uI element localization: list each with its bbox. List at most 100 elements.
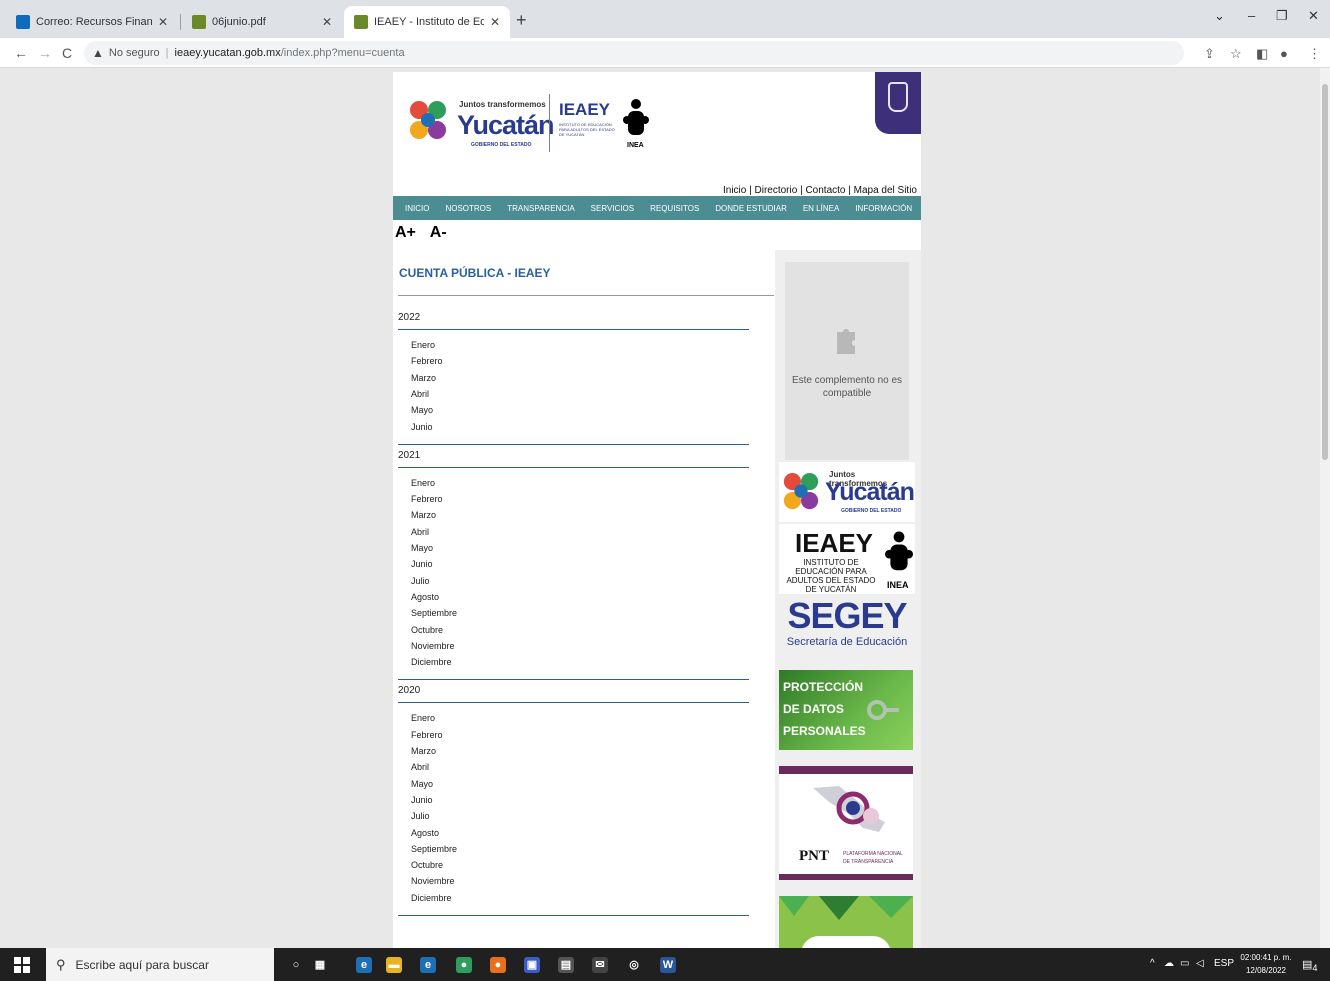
month-link[interactable]: Diciembre bbox=[411, 657, 452, 667]
month-link[interactable]: Abril bbox=[411, 527, 429, 537]
file-explorer-icon[interactable]: ▬ bbox=[386, 957, 402, 973]
month-link[interactable]: Marzo bbox=[411, 510, 436, 520]
year-divider bbox=[398, 702, 749, 704]
month-link[interactable]: Abril bbox=[411, 389, 429, 399]
month-link[interactable]: Febrero bbox=[411, 730, 443, 740]
close-icon[interactable]: ✕ bbox=[490, 15, 500, 29]
menu-item-donde-estudiar[interactable]: DONDE ESTUDIAR bbox=[715, 204, 787, 213]
restore-button[interactable]: ❐ bbox=[1276, 8, 1288, 24]
month-link[interactable]: Mayo bbox=[411, 779, 433, 789]
month-link[interactable]: Marzo bbox=[411, 373, 436, 383]
month-link[interactable]: Junio bbox=[411, 795, 433, 805]
month-link[interactable]: Septiembre bbox=[411, 844, 457, 854]
month-link[interactable]: Febrero bbox=[411, 494, 443, 504]
month-link[interactable]: Agosto bbox=[411, 592, 439, 602]
month-link[interactable]: Julio bbox=[411, 811, 430, 821]
month-link[interactable]: Abril bbox=[411, 762, 429, 772]
month-link[interactable]: Mayo bbox=[411, 543, 433, 553]
warning-icon[interactable]: ▲ bbox=[92, 46, 104, 60]
banner-ieaey[interactable]: IEAEY INSTITUTO DE EDUCACIÓN PARA ADULTO… bbox=[779, 524, 915, 594]
mail-icon[interactable]: ✉ bbox=[592, 957, 608, 973]
reload-button[interactable]: C bbox=[62, 45, 72, 61]
zoom-icon[interactable]: ▣ bbox=[524, 957, 540, 973]
tab-search-icon[interactable]: ⌄ bbox=[1214, 8, 1225, 24]
notification-icon[interactable]: ▤4 bbox=[1302, 958, 1318, 973]
month-link[interactable]: Julio bbox=[411, 576, 430, 586]
ie-icon[interactable]: e bbox=[356, 957, 372, 973]
bookmark-star-icon[interactable]: ☆ bbox=[1230, 46, 1242, 62]
month-link[interactable]: Octubre bbox=[411, 860, 443, 870]
side-panel-icon[interactable]: ◧ bbox=[1256, 46, 1268, 62]
app-icon[interactable]: ◎ bbox=[626, 957, 642, 973]
top-links[interactable]: Inicio | Directorio | Contacto | Mapa de… bbox=[723, 185, 917, 196]
tab-pdf[interactable]: 06junio.pdf ✕ bbox=[182, 6, 342, 38]
month-link[interactable]: Septiembre bbox=[411, 608, 457, 618]
ieaey-logo[interactable]: IEAEY INSTITUTO DE EDUCACIÓN PARA ADULTO… bbox=[559, 99, 659, 150]
language-indicator[interactable]: ESP bbox=[1214, 958, 1234, 969]
tab-correo[interactable]: Correo: Recursos Financieros Yuc ✕ bbox=[6, 6, 178, 38]
store-icon[interactable]: ▤ bbox=[558, 957, 574, 973]
back-button[interactable]: ← bbox=[14, 45, 28, 61]
taskbar-search[interactable]: ⚲ Escribe aquí para buscar bbox=[46, 948, 274, 981]
scrollbar-thumb[interactable] bbox=[1322, 84, 1328, 460]
menu-item-nosotros[interactable]: NOSOTROS bbox=[445, 204, 491, 213]
banner-pnt[interactable]: PNT PLATAFORMA NACIONAL DE TRANSPARENCIA bbox=[779, 766, 913, 880]
onedrive-icon[interactable]: ☁ bbox=[1164, 958, 1174, 969]
month-link[interactable]: Enero bbox=[411, 478, 435, 488]
menu-item-transparencia[interactable]: TRANSPARENCIA bbox=[507, 204, 574, 213]
month-link[interactable]: Marzo bbox=[411, 746, 436, 756]
menu-item-informacion[interactable]: INFORMACIÓN bbox=[855, 204, 912, 213]
share-icon[interactable]: ⇪ bbox=[1204, 46, 1215, 62]
menu-item-inicio[interactable]: INICIO bbox=[405, 204, 429, 213]
datos-line-1: PROTECCIÓN bbox=[783, 680, 864, 694]
month-link[interactable]: Noviembre bbox=[411, 641, 455, 651]
page-scrollbar[interactable] bbox=[1320, 68, 1330, 948]
puzzle-piece-icon bbox=[837, 329, 855, 354]
tray-expand-icon[interactable]: ^ bbox=[1150, 958, 1155, 969]
month-link[interactable]: Junio bbox=[411, 559, 433, 569]
sidebar: Este complemento no es compatible Juntos… bbox=[775, 250, 921, 948]
month-link[interactable]: Mayo bbox=[411, 405, 433, 415]
forward-button[interactable]: → bbox=[38, 45, 52, 61]
tab-ieaey[interactable]: IEAEY - Instituto de Educación pa ✕ bbox=[344, 6, 510, 38]
month-link[interactable]: Enero bbox=[411, 713, 435, 723]
font-increase-button[interactable]: A+ bbox=[395, 224, 416, 241]
font-decrease-button[interactable]: A- bbox=[430, 224, 447, 241]
task-view-icon[interactable]: ▦ bbox=[312, 957, 328, 973]
menu-item-servicios[interactable]: SERVICIOS bbox=[591, 204, 634, 213]
word-icon[interactable]: W bbox=[660, 957, 676, 973]
firefox-icon[interactable]: ● bbox=[490, 957, 506, 973]
close-window-button[interactable]: ✕ bbox=[1308, 8, 1319, 24]
minimize-button[interactable]: – bbox=[1248, 8, 1255, 23]
banner-green[interactable] bbox=[779, 896, 913, 948]
network-icon[interactable]: ▭ bbox=[1180, 958, 1189, 969]
banner-proteccion-datos[interactable]: PROTECCIÓN DE DATOS PERSONALES bbox=[779, 670, 913, 750]
search-icon: ⚲ bbox=[56, 956, 66, 972]
yucatan-logo[interactable]: Juntos transformemos Yucatán GOBIERNO DE… bbox=[407, 96, 555, 152]
banner-yucatan-name: Yucatán bbox=[825, 478, 915, 506]
banner-segey[interactable]: SEGEY Secretaría de Educación bbox=[779, 596, 915, 666]
new-tab-button[interactable]: + bbox=[516, 10, 527, 31]
month-link[interactable]: Febrero bbox=[411, 356, 443, 366]
windows-start-icon[interactable] bbox=[14, 957, 30, 973]
chrome-icon[interactable]: ● bbox=[456, 957, 472, 973]
profile-icon[interactable]: ● bbox=[1280, 46, 1288, 61]
security-label[interactable]: No seguro bbox=[109, 47, 160, 59]
month-link[interactable]: Diciembre bbox=[411, 893, 452, 903]
menu-item-requisitos[interactable]: REQUISITOS bbox=[650, 204, 699, 213]
taskbar-clock[interactable]: 02:00:41 p. m. 12/08/2022 bbox=[1236, 951, 1296, 977]
close-icon[interactable]: ✕ bbox=[158, 15, 168, 29]
cortana-icon[interactable]: ○ bbox=[288, 957, 304, 973]
month-link[interactable]: Enero bbox=[411, 340, 435, 350]
month-link[interactable]: Octubre bbox=[411, 625, 443, 635]
menu-item-en-linea[interactable]: EN LÍNEA bbox=[803, 204, 839, 213]
month-link[interactable]: Noviembre bbox=[411, 876, 455, 886]
edge-icon[interactable]: e bbox=[420, 957, 436, 973]
volume-icon[interactable]: ◁ bbox=[1196, 958, 1204, 969]
month-link[interactable]: Junio bbox=[411, 422, 433, 432]
close-icon[interactable]: ✕ bbox=[322, 15, 332, 29]
month-link[interactable]: Agosto bbox=[411, 828, 439, 838]
menu-kebab-icon[interactable]: ⋮ bbox=[1308, 46, 1321, 62]
url-field[interactable]: ▲ No seguro | ieaey.yucatan.gob.mx /inde… bbox=[84, 41, 1184, 65]
banner-yucatan[interactable]: Juntos transformemos Yucatán GOBIERNO DE… bbox=[779, 462, 915, 522]
